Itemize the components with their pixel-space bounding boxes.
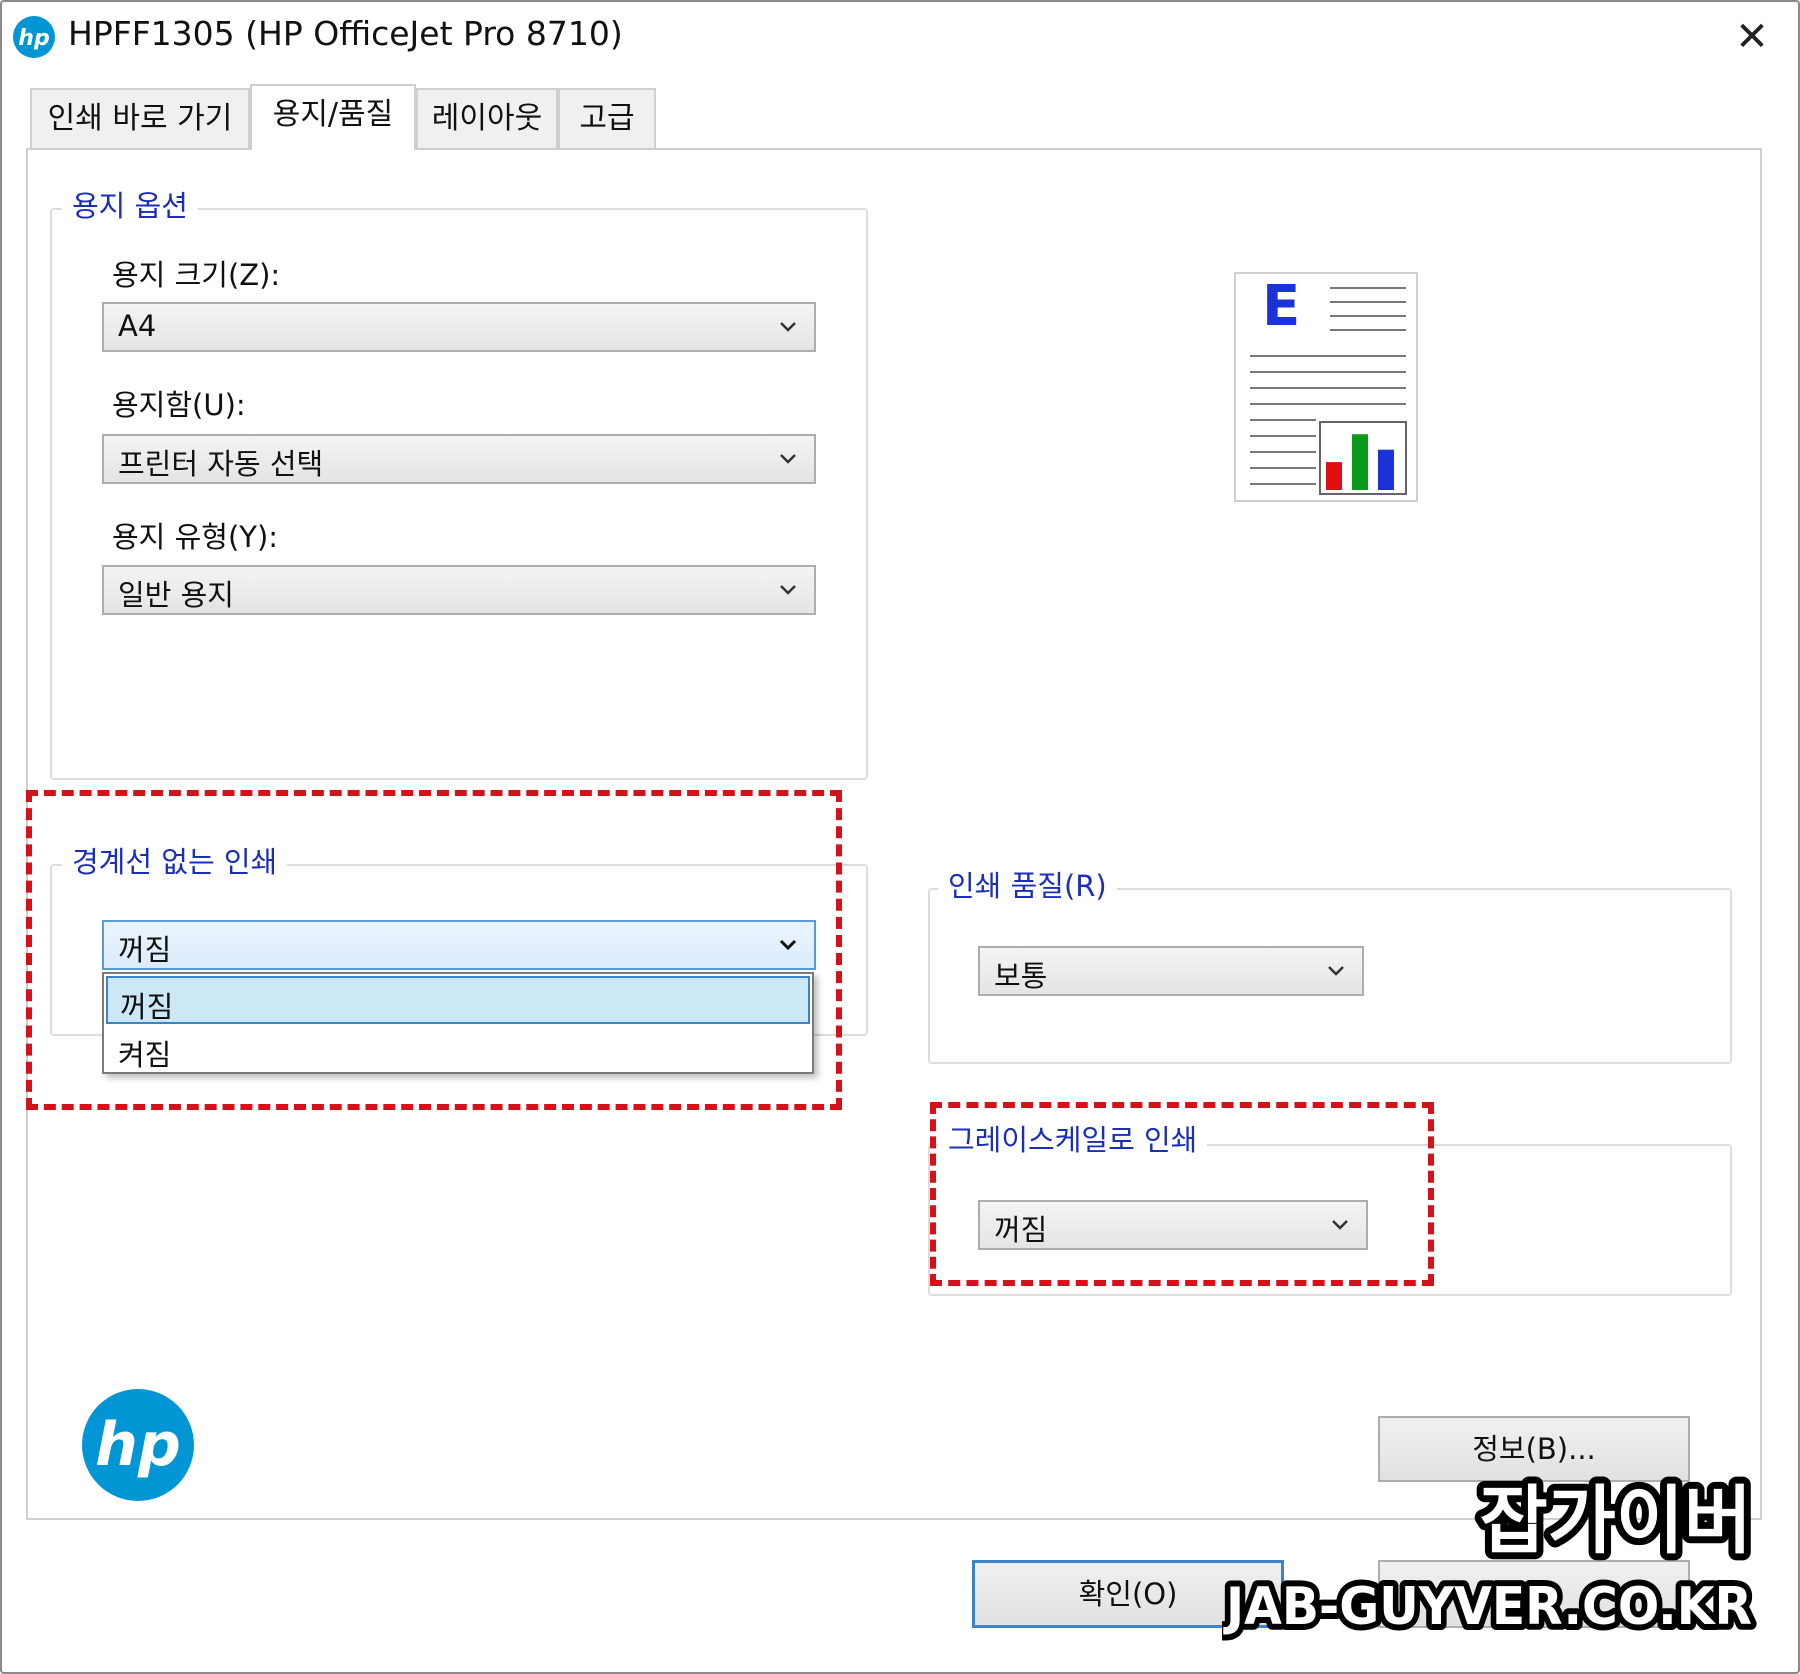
paper-size-label: 용지 크기(Z): — [112, 258, 281, 292]
paper-type-select[interactable]: 일반 용지 — [102, 565, 816, 615]
tab-advanced[interactable]: 고급 — [558, 88, 656, 148]
hp-logo-icon: hp — [82, 1389, 194, 1501]
preview-bar — [1326, 462, 1342, 490]
paper-type-label: 용지 유형(Y): — [112, 520, 279, 554]
dropdown-option-on[interactable]: 켜짐 — [106, 1026, 810, 1074]
window-title: HPFF1305 (HP OfficeJet Pro 8710) — [68, 14, 623, 53]
tab-print-shortcuts[interactable]: 인쇄 바로 가기 — [30, 88, 250, 148]
chevron-down-icon — [1328, 966, 1344, 976]
print-quality-select[interactable]: 보통 — [978, 946, 1364, 996]
svg-text:hp: hp — [95, 1410, 181, 1480]
watermark-line-1: 잡가이버 — [1480, 1478, 1752, 1564]
grayscale-title: 그레이스케일로 인쇄 — [938, 1122, 1208, 1158]
chevron-down-icon — [780, 454, 796, 464]
dropdown-option-label: 꺼짐 — [120, 990, 174, 1024]
paper-source-value: 프린터 자동 선택 — [118, 447, 324, 481]
preview-bar — [1378, 449, 1394, 490]
dropdown-option-off[interactable]: 꺼짐 — [106, 976, 810, 1024]
chevron-down-icon — [779, 939, 797, 951]
about-button[interactable]: 정보(B)... — [1378, 1416, 1690, 1482]
watermark: 잡가이버 JAB-GUYVER.CO.KR — [1222, 1474, 1759, 1643]
chevron-down-icon — [780, 585, 796, 595]
paper-type-value: 일반 용지 — [118, 578, 234, 612]
borderless-dropdown-list: 꺼짐 켜짐 — [102, 972, 814, 1074]
close-icon[interactable]: ✕ — [1728, 14, 1776, 60]
page-preview: E — [1234, 272, 1418, 502]
paper-source-label: 용지함(U): — [112, 388, 246, 422]
watermark-line-2: JAB-GUYVER.CO.KR — [1223, 1577, 1752, 1637]
preview-chart — [1326, 434, 1394, 490]
tab-paper-quality[interactable]: 용지/품질 — [250, 84, 416, 150]
print-quality-title: 인쇄 품질(R) — [938, 868, 1117, 904]
hp-logo-icon: hp — [13, 16, 55, 58]
title-bar: hp HPFF1305 (HP OfficeJet Pro 8710) ✕ — [2, 2, 1798, 72]
printer-properties-window: hp HPFF1305 (HP OfficeJet Pro 8710) ✕ 인쇄… — [0, 0, 1800, 1674]
borderless-title: 경계선 없는 인쇄 — [62, 844, 288, 880]
paper-options-title: 용지 옵션 — [62, 188, 198, 224]
chevron-down-icon — [1332, 1220, 1348, 1230]
grayscale-select[interactable]: 꺼짐 — [978, 1200, 1368, 1250]
grayscale-value: 꺼짐 — [994, 1213, 1048, 1247]
borderless-value: 꺼짐 — [118, 933, 172, 967]
preview-bar — [1352, 434, 1368, 490]
print-quality-value: 보통 — [994, 959, 1048, 993]
dropdown-option-label: 켜짐 — [118, 1038, 172, 1072]
tab-layout[interactable]: 레이아웃 — [416, 88, 558, 148]
paper-size-value: A4 — [118, 309, 157, 343]
borderless-select[interactable]: 꺼짐 — [102, 920, 816, 970]
paper-size-select[interactable]: A4 — [102, 302, 816, 352]
chevron-down-icon — [780, 322, 796, 332]
paper-source-select[interactable]: 프린터 자동 선택 — [102, 434, 816, 484]
svg-text:hp: hp — [18, 26, 49, 51]
